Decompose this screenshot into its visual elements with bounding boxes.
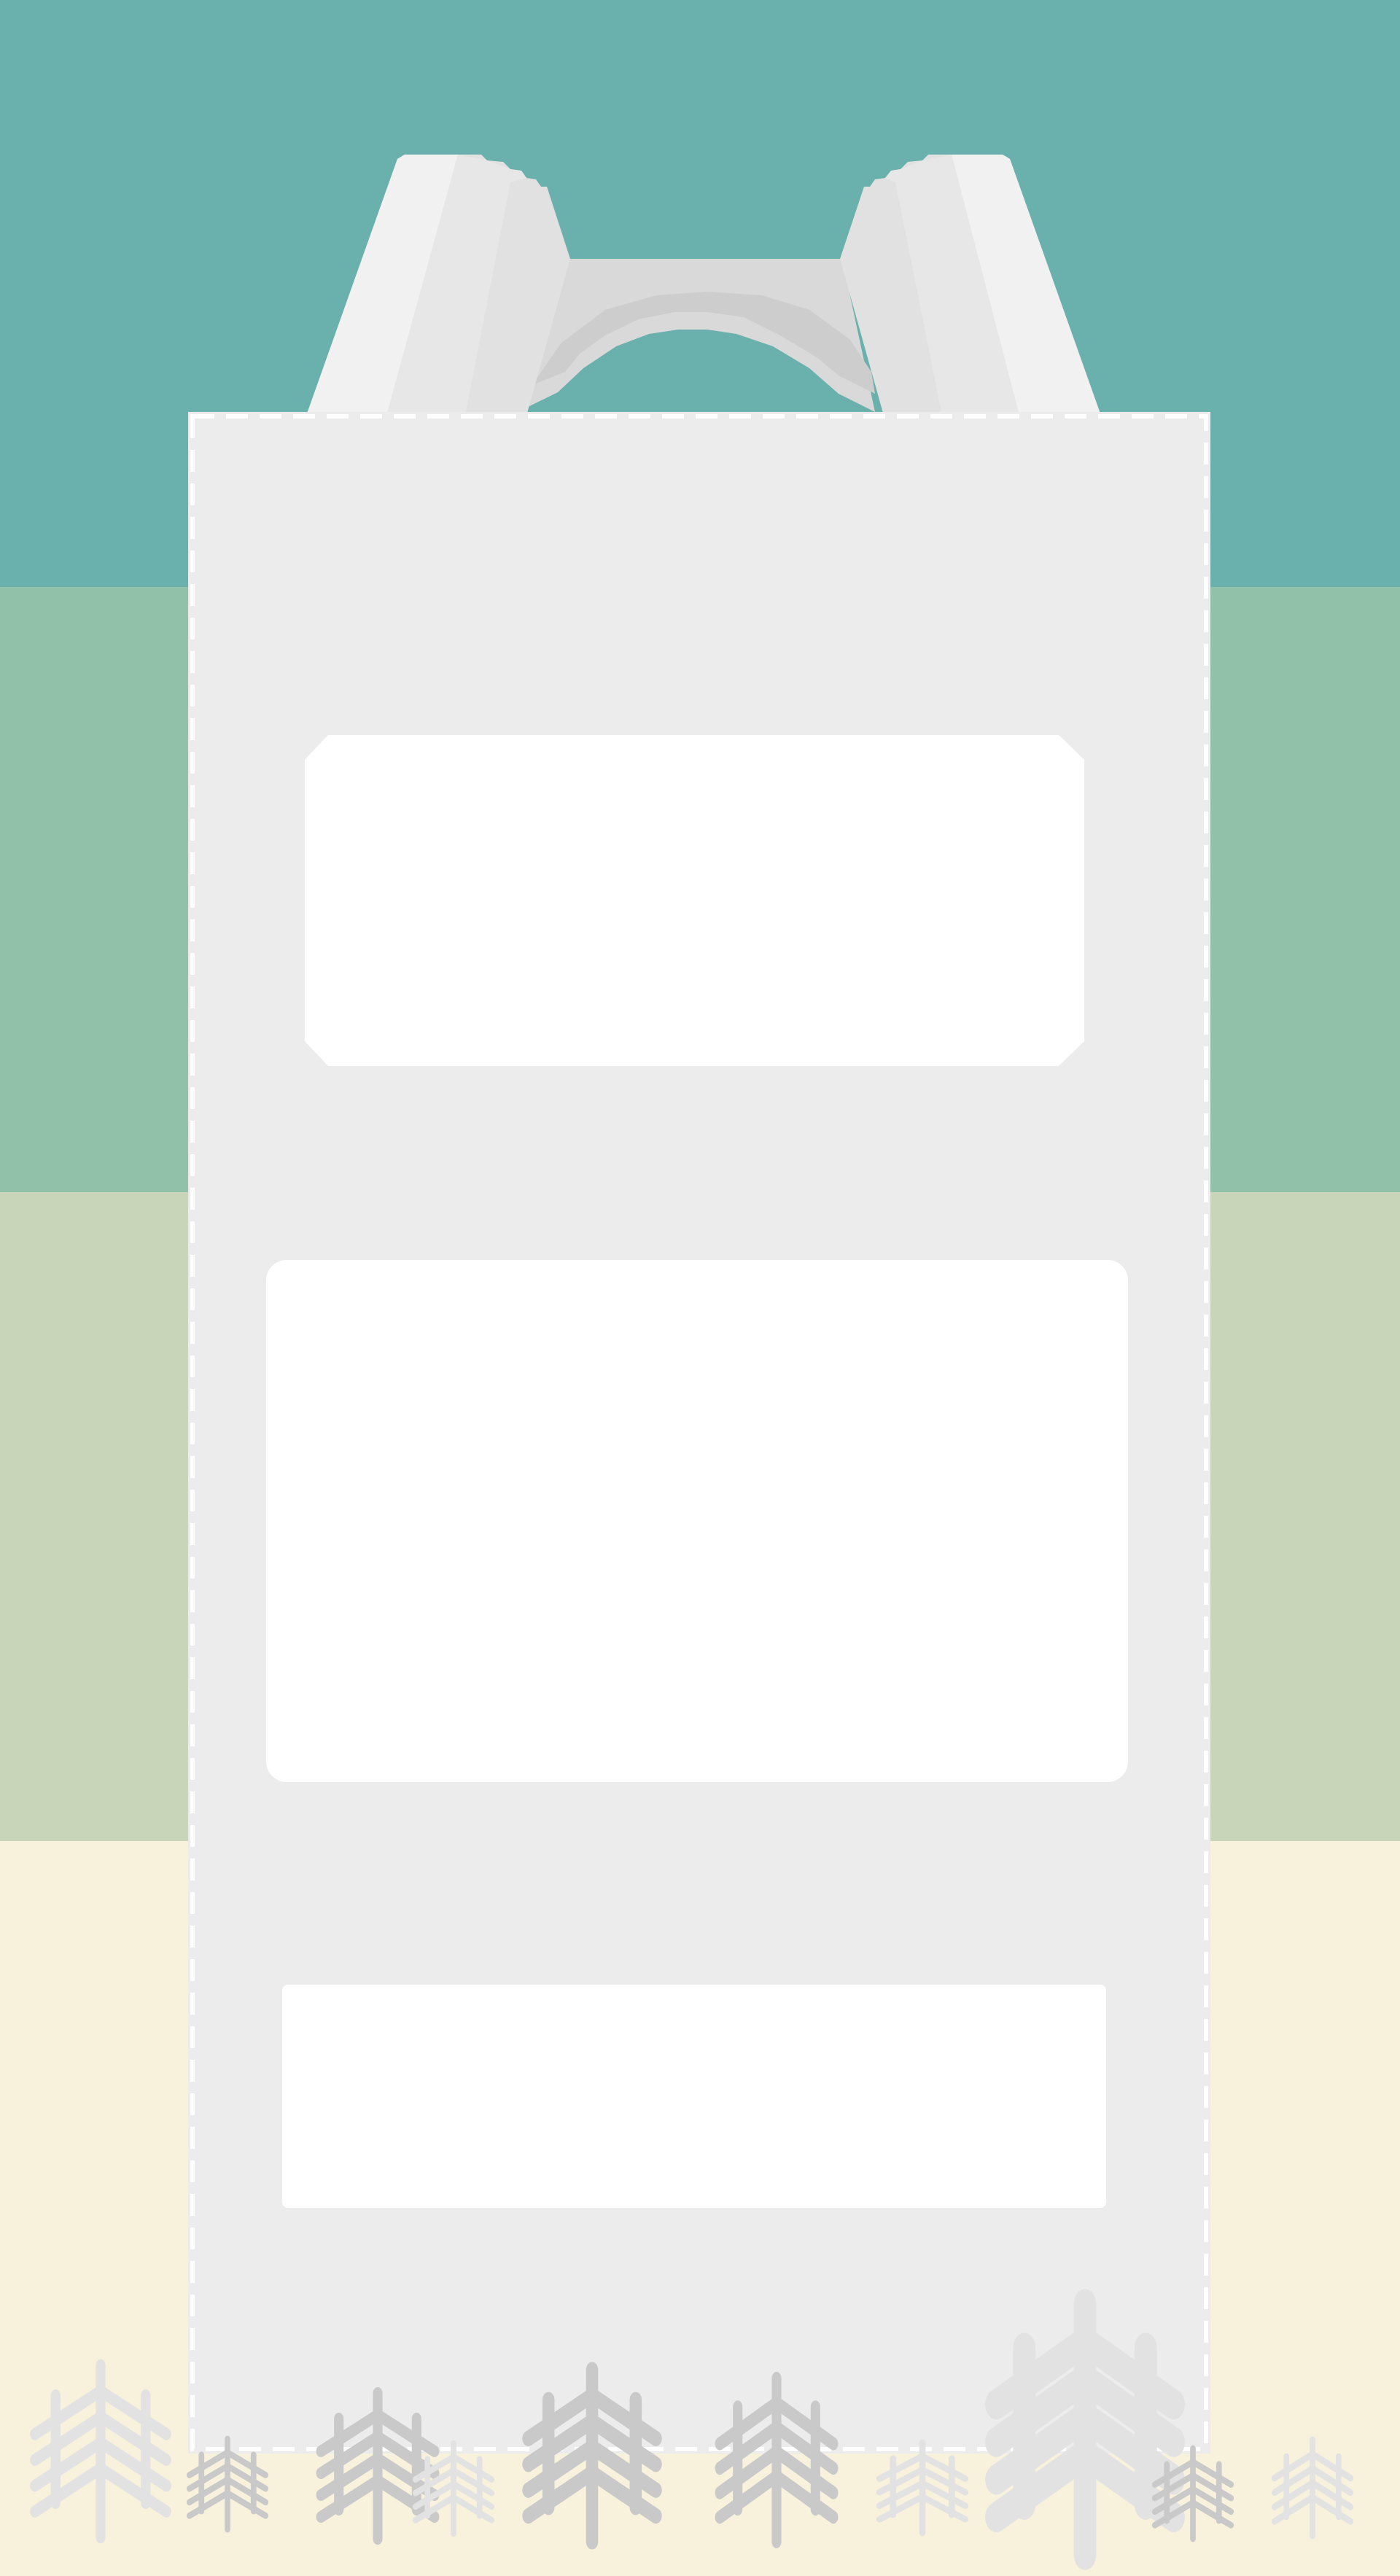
pine-tree-icon bbox=[720, 2378, 833, 2542]
pine-tree-icon bbox=[190, 2439, 266, 2529]
middle-panel bbox=[266, 1260, 1128, 1782]
pine-tree-icon bbox=[416, 2443, 492, 2534]
pine-tree-icon bbox=[529, 2370, 656, 2542]
pine-tree-icon bbox=[35, 2365, 167, 2537]
top-panel bbox=[305, 735, 1084, 1066]
bottom-panel bbox=[282, 1985, 1106, 2208]
pine-tree-icon bbox=[996, 2304, 1173, 2555]
backpack-illustration bbox=[0, 155, 1400, 2576]
bag-panels bbox=[266, 735, 1128, 2208]
pine-tree-icon bbox=[879, 2443, 965, 2533]
pine-tree-icon bbox=[1275, 2440, 1351, 2536]
backpack-straps bbox=[306, 155, 1101, 416]
